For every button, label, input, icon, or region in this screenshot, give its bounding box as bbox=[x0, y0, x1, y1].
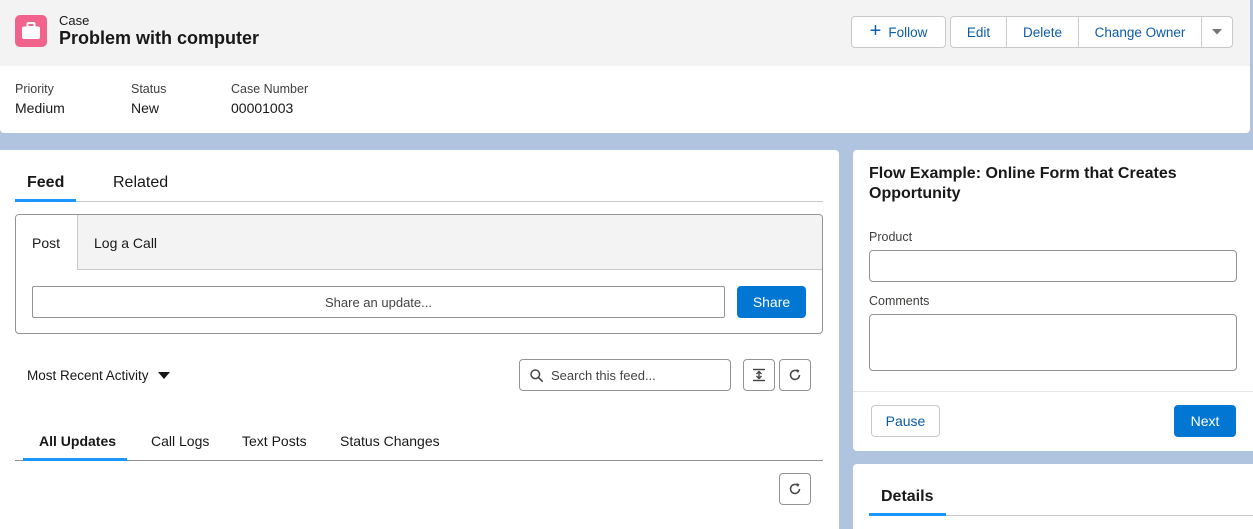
refresh-feed-button[interactable] bbox=[779, 359, 811, 391]
case-number-field: Case Number 00001003 bbox=[231, 82, 308, 116]
status-value: New bbox=[131, 100, 160, 116]
feed-search-placeholder: Search this feed... bbox=[551, 367, 656, 383]
feed-tabset: Feed Related bbox=[15, 172, 823, 202]
plus-icon: + bbox=[869, 20, 882, 42]
comments-label: Comments bbox=[869, 294, 930, 308]
follow-button[interactable]: + Follow bbox=[851, 16, 946, 48]
more-actions-button[interactable] bbox=[1201, 16, 1233, 48]
feed-panel: Feed Related Post Log a Call Share an up… bbox=[0, 150, 839, 529]
share-button[interactable]: Share bbox=[737, 286, 806, 318]
product-input[interactable] bbox=[869, 250, 1237, 282]
record-header-top: Case Problem with computer + Follow Edit… bbox=[0, 0, 1250, 66]
flow-footer-divider bbox=[853, 391, 1253, 392]
product-label: Product bbox=[869, 230, 913, 244]
priority-field: Priority Medium bbox=[15, 82, 65, 116]
filter-text-posts[interactable]: Text Posts bbox=[242, 433, 307, 449]
sort-dropdown[interactable]: Most Recent Activity bbox=[27, 368, 170, 383]
case-number-value: 00001003 bbox=[231, 100, 294, 116]
pause-button[interactable]: Pause bbox=[871, 405, 940, 437]
chevron-down-icon bbox=[1212, 29, 1222, 35]
filter-status-changes[interactable]: Status Changes bbox=[340, 433, 440, 449]
refresh-icon bbox=[789, 483, 801, 495]
record-type-label: Case bbox=[59, 13, 90, 28]
comments-textarea[interactable] bbox=[869, 314, 1237, 371]
share-update-input[interactable]: Share an update... bbox=[32, 286, 725, 318]
filter-call-logs[interactable]: Call Logs bbox=[151, 433, 209, 449]
status-label: Status bbox=[131, 82, 167, 96]
publisher-tabbar: Post Log a Call bbox=[16, 215, 822, 270]
active-filter-indicator bbox=[23, 458, 127, 461]
publisher: Post Log a Call Share an update... Share bbox=[15, 214, 823, 334]
case-number-label: Case Number bbox=[231, 82, 309, 96]
record-header: Case Problem with computer + Follow Edit… bbox=[0, 0, 1250, 133]
change-owner-button[interactable]: Change Owner bbox=[1078, 16, 1202, 48]
tab-details[interactable]: Details bbox=[881, 488, 933, 506]
refresh-updates-button[interactable] bbox=[779, 473, 811, 505]
tab-feed[interactable]: Feed bbox=[27, 174, 64, 192]
next-button[interactable]: Next bbox=[1174, 405, 1236, 437]
collapse-expand-button[interactable] bbox=[743, 359, 775, 391]
sort-label: Most Recent Activity bbox=[27, 368, 149, 383]
priority-label: Priority bbox=[15, 82, 54, 96]
feed-filter-tabs: All Updates Call Logs Text Posts Status … bbox=[15, 424, 823, 461]
caret-down-icon bbox=[157, 372, 170, 379]
record-title: Problem with computer bbox=[59, 28, 260, 48]
active-tab-indicator bbox=[15, 199, 76, 202]
expand-collapse-icon bbox=[753, 368, 765, 382]
search-icon bbox=[530, 368, 543, 382]
details-active-indicator bbox=[869, 513, 946, 516]
details-panel: Details bbox=[853, 464, 1253, 529]
flow-title: Flow Example: Online Form that Creates O… bbox=[869, 165, 1177, 202]
publisher-tab-post[interactable]: Post bbox=[16, 215, 78, 270]
status-field: Status New bbox=[131, 82, 166, 116]
refresh-icon bbox=[789, 369, 801, 381]
briefcase-icon bbox=[15, 15, 47, 47]
flow-panel: Flow Example: Online Form that Creates O… bbox=[853, 150, 1253, 451]
tab-related[interactable]: Related bbox=[113, 174, 168, 192]
priority-value: Medium bbox=[15, 100, 65, 116]
filter-all-updates[interactable]: All Updates bbox=[39, 433, 116, 449]
follow-label: Follow bbox=[888, 24, 928, 40]
publisher-tab-log-a-call[interactable]: Log a Call bbox=[94, 235, 157, 251]
feed-search-input[interactable]: Search this feed... bbox=[519, 359, 731, 391]
edit-button[interactable]: Edit bbox=[950, 16, 1007, 48]
delete-button[interactable]: Delete bbox=[1006, 16, 1079, 48]
